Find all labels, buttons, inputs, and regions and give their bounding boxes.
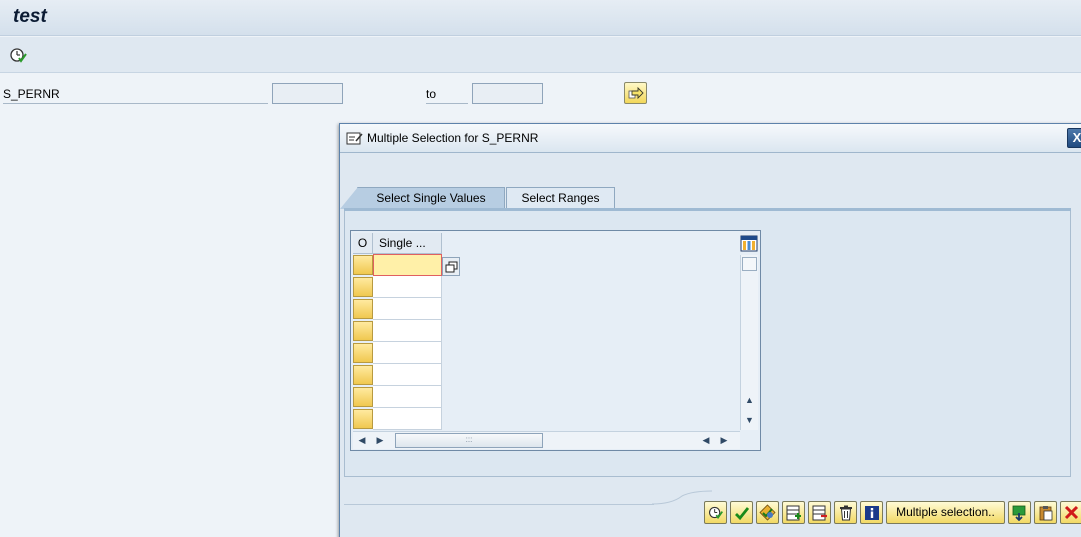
row-selector[interactable] — [353, 255, 373, 275]
window-title-bar: test — [0, 0, 1081, 36]
footer-curve — [652, 490, 712, 505]
multiple-selection-button[interactable] — [624, 82, 647, 104]
trash-icon — [839, 505, 853, 521]
copy-icon — [445, 261, 458, 273]
scroll-left-icon[interactable]: ◀ — [701, 435, 711, 446]
scroll-thumb[interactable] — [742, 257, 757, 271]
insert-line-button[interactable] — [782, 501, 805, 524]
dialog-title: Multiple Selection for S_PERNR — [367, 131, 539, 145]
scroll-down-icon[interactable]: ▼ — [745, 415, 755, 425]
form-icon — [346, 131, 364, 146]
table-cell[interactable] — [373, 276, 442, 298]
table-cell[interactable] — [373, 364, 442, 386]
tab-select-single-values[interactable]: Select Single Values — [340, 187, 505, 209]
row-selector[interactable] — [353, 343, 373, 363]
table-cell[interactable] — [373, 342, 442, 364]
dialog-title-bar: Multiple Selection for S_PERNR X — [340, 124, 1081, 153]
scroll-left-icon[interactable]: ◀ — [357, 435, 367, 446]
table-cell[interactable] — [373, 386, 442, 408]
column-header-option[interactable]: O — [353, 233, 373, 254]
import-icon — [1012, 505, 1028, 521]
cancel-x-icon — [1064, 505, 1079, 520]
s-pernr-high-input[interactable] — [472, 83, 543, 104]
scroll-thumb-horizontal[interactable]: ::: — [395, 433, 543, 448]
horizontal-scrollbar[interactable]: ◀ ▶ ::: ◀ ▶ — [353, 431, 740, 449]
multiple-selection-footer-button[interactable]: Multiple selection.. — [886, 501, 1005, 524]
cancel-button[interactable] — [1060, 501, 1081, 524]
row-selector[interactable] — [353, 299, 373, 319]
application-toolbar — [0, 37, 1081, 73]
delete-all-button[interactable] — [834, 501, 857, 524]
execute-button[interactable] — [704, 501, 727, 524]
to-label: to — [426, 87, 468, 104]
row-selector[interactable] — [353, 321, 373, 341]
footer-divider — [344, 504, 654, 505]
clipboard-icon — [1038, 505, 1054, 521]
value-help-button[interactable] — [442, 257, 460, 276]
close-icon[interactable]: X — [1067, 128, 1081, 148]
paste-button[interactable] — [1034, 501, 1057, 524]
clock-check-icon — [707, 504, 724, 521]
s-pernr-low-input[interactable] — [272, 83, 343, 104]
check-entries-button[interactable] — [756, 501, 779, 524]
help-button[interactable] — [860, 501, 883, 524]
table-cell[interactable] — [373, 320, 442, 342]
checkmark-icon — [734, 505, 750, 521]
row-selector[interactable] — [353, 387, 373, 407]
table-cell[interactable] — [373, 254, 442, 276]
tab-select-ranges[interactable]: Select Ranges — [506, 187, 615, 209]
column-config-icon[interactable] — [740, 235, 758, 252]
row-selector[interactable] — [353, 277, 373, 297]
arrow-right-icon — [628, 86, 644, 100]
single-values-table: O Single ... ▲ ▼ ◀ ▶::: ◀ ▶ — [350, 230, 761, 451]
execute-icon[interactable] — [8, 45, 28, 65]
insert-row-icon — [786, 505, 802, 521]
table-cell[interactable] — [373, 408, 442, 430]
diamond-check-icon — [759, 504, 776, 521]
row-selector[interactable] — [353, 365, 373, 385]
field-label-s-pernr: S_PERNR — [3, 87, 268, 104]
row-selector[interactable] — [353, 409, 373, 429]
delete-line-button[interactable] — [808, 501, 831, 524]
column-header-single[interactable]: Single ... — [373, 233, 442, 254]
scroll-right-icon[interactable]: ▶ — [719, 435, 729, 446]
vertical-scrollbar[interactable]: ▲ ▼ — [740, 255, 758, 430]
single-values-panel: O Single ... ▲ ▼ ◀ ▶::: ◀ ▶ — [344, 211, 1071, 477]
table-cell[interactable] — [373, 298, 442, 320]
multiple-selection-dialog: Multiple Selection for S_PERNR X Select … — [339, 123, 1081, 537]
upload-button[interactable] — [1008, 501, 1031, 524]
info-icon — [864, 505, 880, 521]
window-title: test — [13, 6, 47, 27]
scroll-up-icon[interactable]: ▲ — [745, 395, 755, 405]
scroll-right-icon[interactable]: ▶ — [375, 435, 385, 446]
copy-button[interactable] — [730, 501, 753, 524]
delete-row-icon — [812, 505, 828, 521]
